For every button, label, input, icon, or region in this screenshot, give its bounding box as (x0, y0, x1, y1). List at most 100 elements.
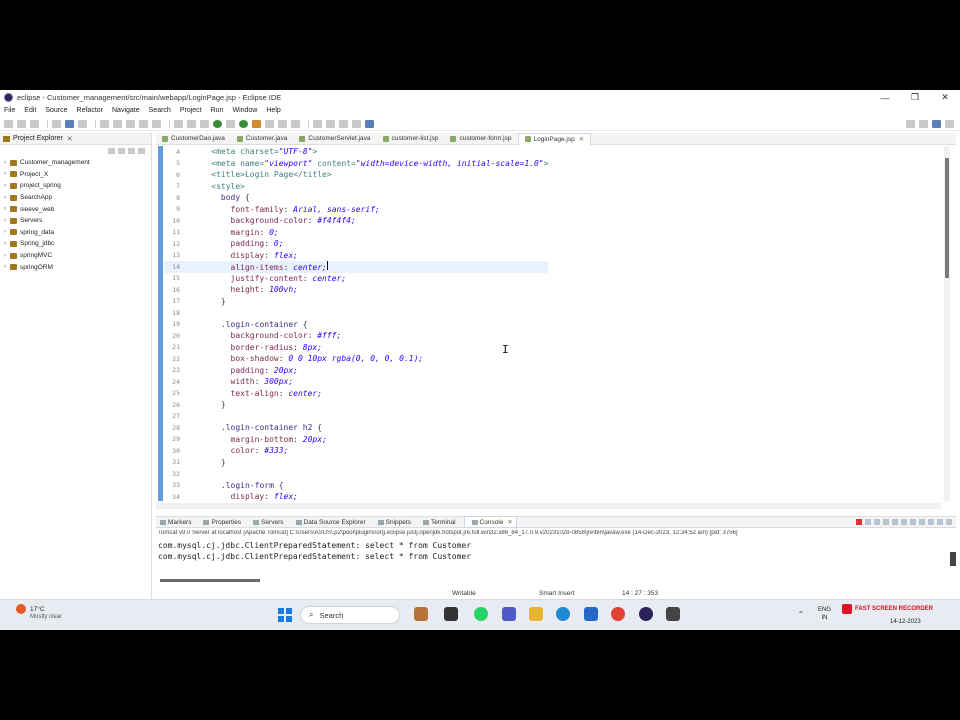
annotation-next-icon[interactable] (313, 119, 322, 128)
tab-markers[interactable]: Markers (156, 519, 191, 526)
editor-vertical-scrollbar[interactable] (944, 146, 950, 501)
code-line[interactable]: 22 box-shadow: 0 0 10px rgba(0, 0, 0, 0.… (164, 353, 548, 365)
annotation-prev-icon[interactable] (326, 119, 335, 128)
build-icon[interactable] (52, 119, 61, 128)
code-line[interactable]: 11 margin: 0; (164, 227, 548, 239)
code-line[interactable]: 21 border-radius: 8px; (164, 342, 548, 354)
tab-terminal[interactable]: Terminal (419, 519, 456, 526)
tab-properties[interactable]: Properties (199, 519, 241, 526)
menu-search[interactable]: Search (149, 107, 171, 114)
console-output[interactable]: com.mysql.cj.jdbc.ClientPreparedStatemen… (158, 541, 948, 563)
code-line[interactable]: 31 } (164, 457, 548, 469)
edge-icon[interactable] (556, 607, 570, 621)
tab-customer-form[interactable]: customer-form.jsp (444, 133, 517, 145)
tree-item-sieeve-web[interactable]: › sieeve_web (4, 203, 151, 215)
code-line[interactable]: 17 } (164, 296, 548, 308)
external-tools-icon[interactable] (252, 119, 261, 128)
code-line[interactable]: 8 body { (164, 192, 548, 204)
view-menu-icon[interactable] (138, 148, 145, 154)
menu-edit[interactable]: Edit (24, 107, 36, 114)
tree-item-customer-management[interactable]: › Customer_management (4, 157, 151, 169)
tab-data-source-explorer[interactable]: Data Source Explorer (292, 519, 366, 526)
language-indicator[interactable]: ENG IN (818, 606, 831, 622)
remove-launch-icon[interactable] (865, 519, 871, 525)
java-perspective-icon[interactable] (945, 120, 954, 128)
console-horizontal-scrollbar[interactable] (160, 579, 260, 582)
code-line[interactable]: 4 <meta charset="UTF-8"> (164, 146, 548, 158)
windows-start-icon[interactable] (278, 608, 292, 622)
code-line[interactable]: 24 width: 300px; (164, 376, 548, 388)
tab-console[interactable]: Console ✕ (463, 516, 517, 528)
menu-file[interactable]: File (4, 107, 15, 114)
scroll-lock-icon[interactable] (892, 519, 898, 525)
terminate-icon[interactable] (139, 119, 148, 128)
menu-navigate[interactable]: Navigate (112, 107, 140, 114)
taskbar-search[interactable]: ⌕ Search (300, 606, 400, 624)
word-wrap-icon[interactable] (901, 519, 907, 525)
open-type-icon[interactable] (278, 119, 287, 128)
project-explorer-title[interactable]: Project Explorer (13, 135, 63, 142)
tree-item-springmvc[interactable]: › springMVC (4, 250, 151, 262)
chrome-icon[interactable] (611, 607, 625, 621)
pin-console-icon[interactable] (910, 519, 916, 525)
step-return-icon[interactable] (200, 119, 209, 128)
collapse-all-icon[interactable] (108, 148, 115, 154)
close-tab-icon[interactable]: ✕ (579, 135, 584, 143)
link-editor-icon[interactable] (118, 148, 125, 154)
tab-customer[interactable]: Customer.java (231, 133, 294, 145)
copilot-icon[interactable] (414, 607, 428, 621)
status-insert-mode[interactable]: Smart Insert (539, 590, 574, 597)
terminal-taskbar-icon[interactable] (666, 607, 680, 621)
search-toolbar-icon[interactable] (291, 119, 300, 128)
code-line[interactable]: 20 background-color: #fff; (164, 330, 548, 342)
minimize-icon[interactable] (937, 519, 943, 525)
chevron-up-icon[interactable]: ⌃ (796, 607, 806, 621)
file-explorer-icon[interactable] (529, 607, 543, 621)
terminate-icon[interactable] (856, 519, 862, 525)
code-line[interactable]: 16 height: 100vh; (164, 284, 548, 296)
code-editor[interactable]: 4 <meta charset="UTF-8"> 5 <meta name="vi… (156, 146, 946, 501)
console-vertical-scrollbar[interactable] (950, 552, 956, 566)
search-icon[interactable] (906, 120, 915, 128)
code-line[interactable]: 7 <style> (164, 181, 548, 193)
new-java-class-icon[interactable] (265, 119, 274, 128)
code-line[interactable]: 34 display: flex; (164, 491, 548, 501)
menu-project[interactable]: Project (180, 107, 202, 114)
menu-help[interactable]: Help (266, 107, 280, 114)
tab-snippets[interactable]: Snippets (374, 519, 411, 526)
system-clock[interactable]: 14-12-2023 (890, 618, 921, 626)
menu-run[interactable]: Run (211, 107, 224, 114)
maximize-button[interactable]: ❐ (900, 90, 930, 105)
save-icon[interactable] (17, 119, 26, 128)
filter-icon[interactable] (128, 148, 135, 154)
tab-customerdao[interactable]: CustomerDao.java (156, 133, 231, 145)
scroll-thumb[interactable] (945, 158, 949, 278)
debug-run-icon[interactable] (239, 119, 248, 128)
tab-customer-list[interactable]: customer-list.jsp (377, 133, 445, 145)
eclipse-taskbar-icon[interactable] (639, 607, 653, 621)
code-line[interactable]: 5 <meta name="viewport" content="width=d… (164, 158, 548, 170)
tree-item-spring-data[interactable]: › spring_data (4, 227, 151, 239)
code-line[interactable]: 26 } (164, 399, 548, 411)
close-tab-icon[interactable]: ✕ (507, 518, 512, 526)
new-icon[interactable] (4, 119, 13, 128)
teams-icon[interactable] (502, 607, 516, 621)
tree-item-project-x[interactable]: › Project_X (4, 169, 151, 181)
menu-window[interactable]: Window (232, 107, 257, 114)
tree-item-searchapp[interactable]: › SearchApp (4, 192, 151, 204)
code-line[interactable]: 12 padding: 0; (164, 238, 548, 250)
code-line[interactable]: 18 (164, 307, 548, 319)
code-line[interactable]: 6 <title>Login Page</title> (164, 169, 548, 181)
skip-breakpoints-icon[interactable] (78, 119, 87, 128)
terminal-icon[interactable] (65, 119, 74, 128)
editor-horizontal-scrollbar[interactable] (156, 503, 941, 509)
save-all-icon[interactable] (30, 119, 39, 128)
weather-widget[interactable]: 17°C Mostly clear (16, 604, 62, 620)
code-line[interactable]: 23 padding: 20px; (164, 365, 548, 377)
close-icon[interactable]: ✕ (67, 135, 73, 143)
code-line[interactable]: 19 .login-container { (164, 319, 548, 331)
code-line[interactable]: 33 .login-form { (164, 480, 548, 492)
disconnect-icon[interactable] (152, 119, 161, 128)
resume-icon[interactable] (113, 119, 122, 128)
code-line[interactable]: 29 margin-bottom: 20px; (164, 434, 548, 446)
